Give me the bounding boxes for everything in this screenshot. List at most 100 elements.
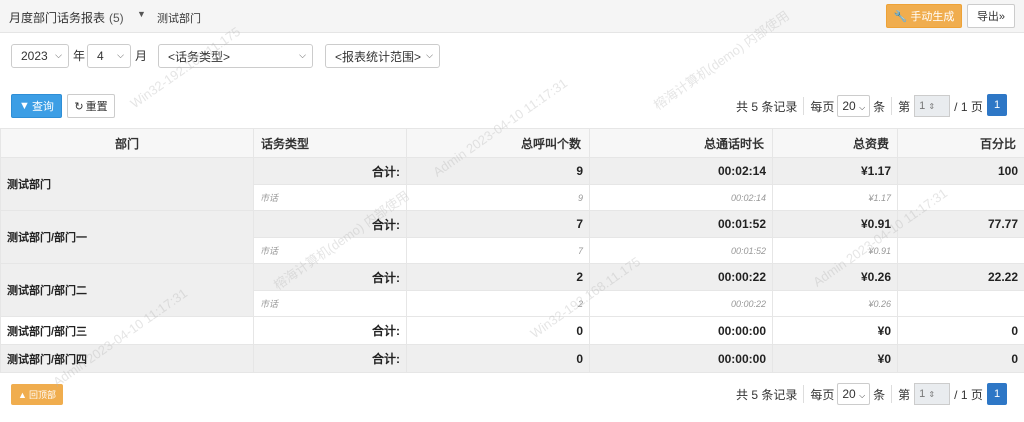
table-row: 测试部门 合计: 9 00:02:14 ¥1.17 100: [0, 157, 1024, 211]
chevron-down-icon: ⌵: [117, 50, 124, 60]
total-fee: ¥0: [772, 316, 898, 345]
call-type-cell: 市话: [253, 237, 407, 264]
wrench-icon: 🔧: [893, 10, 908, 23]
year-value: 2023: [21, 49, 48, 63]
chevron-down-icon: ⌵: [426, 50, 433, 60]
pager-total: 共 5 条记录: [736, 99, 798, 114]
report-title[interactable]: 月度部门话务报表 (5): [9, 9, 124, 26]
col-header-total-calls[interactable]: 总呼叫个数: [406, 128, 590, 158]
per-page-select[interactable]: 20 ⌵: [837, 383, 871, 405]
total-percent: 100: [897, 157, 1024, 185]
back-to-top-label: 回顶部: [28, 390, 56, 400]
total-label: 合计:: [253, 263, 407, 291]
spinner-icon: ⇕: [928, 390, 936, 399]
total-label: 合计:: [253, 210, 407, 238]
query-button[interactable]: ▼ 查询: [11, 94, 62, 118]
query-label: 查询: [31, 101, 54, 113]
call-type-cell: 市话: [253, 290, 407, 317]
divider: [803, 97, 805, 115]
per-page-value: 20: [842, 387, 856, 401]
total-fee: ¥0.91: [772, 210, 898, 238]
month-unit-label: 月: [135, 49, 148, 63]
per-page-value: 20: [842, 99, 856, 113]
total-percent: 0: [897, 344, 1024, 373]
scope-select[interactable]: <报表统计范围> ⌵: [325, 44, 440, 68]
scope-value: <报表统计范围>: [335, 49, 422, 64]
pager-total: 共 5 条记录: [736, 387, 798, 402]
sub-percent: [897, 290, 1024, 317]
total-fee: ¥0: [772, 344, 898, 373]
sub-calls: 9: [406, 184, 590, 211]
table-row: 测试部门/部门二 合计: 2 00:00:22 ¥0.26 22.22: [0, 263, 1024, 317]
pager-per-page-prefix: 每页: [810, 99, 835, 114]
divider: [891, 97, 893, 115]
chevron-down-icon: ⌵: [859, 391, 866, 400]
filter-icon: ▼: [19, 100, 30, 112]
total-duration: 00:00:00: [589, 344, 773, 373]
call-type-cell: 市话: [253, 184, 407, 211]
sub-calls: 2: [406, 290, 590, 317]
page-button-1[interactable]: 1: [987, 94, 1007, 116]
sub-duration: 00:02:14: [589, 184, 773, 211]
pager-per-page-suffix: 条: [873, 387, 886, 402]
report-table: 部门 话务类型 总呼叫个数 总通话时长 总资费 百分比 测试部门 合计: 9 0…: [0, 128, 1024, 373]
call-type-select[interactable]: <话务类型> ⌵: [158, 44, 313, 68]
chevron-down-icon: ⌵: [859, 103, 866, 112]
divider: [803, 385, 805, 403]
pager-top: 共 5 条记录 每页 20 ⌵ 条 第 1 ⇕ / 1 页: [736, 94, 983, 118]
year-unit-label: 年: [73, 49, 86, 63]
pager-page-prefix: 第: [898, 387, 911, 402]
year-select[interactable]: 2023 ⌵: [11, 44, 69, 68]
total-label: 合计:: [253, 157, 407, 185]
spinner-icon: ⇕: [928, 102, 936, 111]
table-row: 测试部门/部门四 合计: 0 00:00:00 ¥0 0: [0, 344, 1024, 373]
total-percent: 77.77: [897, 210, 1024, 238]
total-calls: 2: [406, 263, 590, 291]
sub-fee: ¥0.91: [772, 237, 898, 264]
sub-fee: ¥0.26: [772, 290, 898, 317]
total-duration: 00:00:22: [589, 263, 773, 291]
page-input[interactable]: 1 ⇕: [914, 95, 951, 117]
pager-page-suffix: / 1 页: [954, 99, 983, 114]
chevron-down-icon: ⌵: [299, 50, 306, 60]
reset-label: 重置: [85, 101, 108, 113]
total-percent: 0: [897, 316, 1024, 345]
table-row: 测试部门/部门三 合计: 0 00:00:00 ¥0 0: [0, 316, 1024, 345]
generate-label: 手动生成: [910, 11, 955, 23]
chevron-down-icon[interactable]: ▼: [137, 9, 146, 19]
col-header-department[interactable]: 部门: [0, 128, 254, 158]
generate-button[interactable]: 🔧 手动生成: [886, 4, 962, 28]
department-label: 测试部门: [157, 13, 201, 25]
col-header-total-duration[interactable]: 总通话时长: [589, 128, 773, 158]
pager-per-page-suffix: 条: [873, 99, 886, 114]
export-button[interactable]: 导出»: [967, 4, 1015, 28]
col-header-percent[interactable]: 百分比: [897, 128, 1024, 158]
page-button-1[interactable]: 1: [987, 383, 1007, 405]
reset-button[interactable]: ↻ 重置: [67, 94, 115, 118]
dept-cell: 测试部门/部门一: [0, 210, 254, 264]
pager-per-page-prefix: 每页: [810, 387, 835, 402]
total-fee: ¥1.17: [772, 157, 898, 185]
sub-percent: [897, 237, 1024, 264]
col-header-total-fee[interactable]: 总资费: [772, 128, 898, 158]
sub-duration: 00:00:22: [589, 290, 773, 317]
col-header-call-type[interactable]: 话务类型: [253, 128, 407, 158]
month-select[interactable]: 4 ⌵: [87, 44, 131, 68]
total-duration: 00:01:52: [589, 210, 773, 238]
dept-cell: 测试部门/部门四: [0, 344, 254, 373]
page-input[interactable]: 1 ⇕: [914, 383, 951, 405]
pager-bottom: 共 5 条记录 每页 20 ⌵ 条 第 1 ⇕ / 1 页: [736, 382, 983, 406]
per-page-select[interactable]: 20 ⌵: [837, 95, 871, 117]
pager-page-prefix: 第: [898, 99, 911, 114]
sub-percent: [897, 184, 1024, 211]
month-value: 4: [97, 49, 104, 63]
page-input-value: 1: [919, 100, 926, 112]
sub-calls: 7: [406, 237, 590, 264]
total-fee: ¥0.26: [772, 263, 898, 291]
title-bar: 月度部门话务报表 (5) ▼ 测试部门 🔧 手动生成 导出»: [0, 0, 1024, 33]
dept-cell: 测试部门: [0, 157, 254, 211]
total-calls: 7: [406, 210, 590, 238]
table-row: 测试部门/部门一 合计: 7 00:01:52 ¥0.91 77.77: [0, 210, 1024, 264]
total-calls: 0: [406, 316, 590, 345]
back-to-top-button[interactable]: ▲ 回顶部: [11, 384, 63, 405]
